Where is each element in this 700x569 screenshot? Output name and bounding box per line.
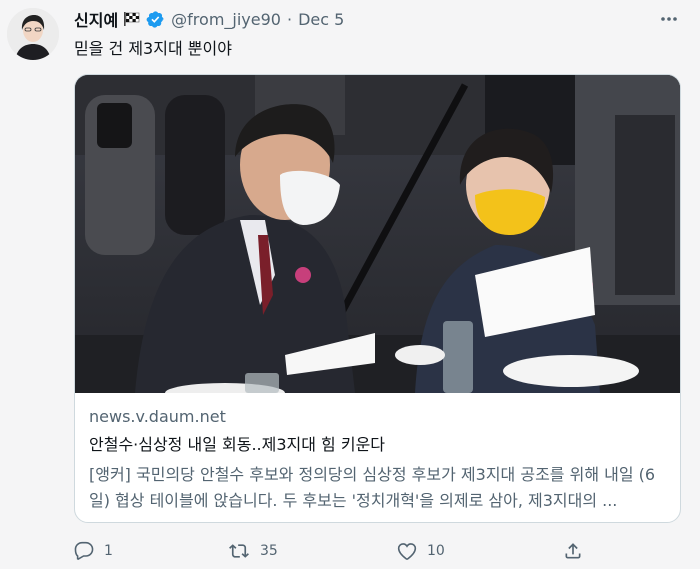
link-preview-card[interactable]: news.v.daum.net 안철수·심상정 내일 회동..제3지대 힘 키운… [74,74,681,523]
card-description: [앵커] 국민의당 안철수 후보와 정의당의 심상정 후보가 제3지대 공조를 … [89,465,656,510]
avatar[interactable] [7,8,59,60]
card-domain: news.v.daum.net [89,407,226,426]
tweet-header: 신지예 @from_jiye90 · Dec 5 [74,7,344,31]
card-image [75,75,680,403]
more-options-icon[interactable] [658,10,680,28]
tweet-date[interactable]: Dec 5 [298,10,344,29]
retweet-count: 35 [260,543,278,559]
verified-badge-icon [146,10,165,29]
user-handle[interactable]: @from_jiye90 [171,10,281,29]
separator-dot: · [286,9,293,29]
share-icon [563,541,583,561]
like-count: 10 [427,543,445,559]
profile-photo [7,8,59,60]
chequered-flag-icon [123,11,141,27]
reply-icon [74,541,94,561]
reply-count: 1 [104,543,113,559]
reply-button[interactable]: 1 [74,540,113,562]
share-button[interactable] [563,540,583,562]
heart-icon [397,541,417,561]
card-title[interactable]: 안철수·심상정 내일 회동..제3지대 힘 키운다 [89,434,666,456]
retweet-button[interactable]: 35 [228,540,278,562]
retweet-icon [228,541,250,561]
like-button[interactable]: 10 [397,540,445,562]
display-name[interactable]: 신지예 [74,7,118,31]
tweet-text: 믿을 건 제3지대 뿐이야 [74,39,232,58]
card-body: news.v.daum.net 안철수·심상정 내일 회동..제3지대 힘 키운… [89,406,666,514]
